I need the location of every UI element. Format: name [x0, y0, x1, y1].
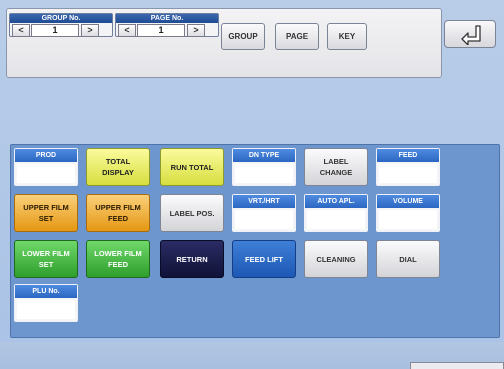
feed-lift-key[interactable]: FEED LIFT — [232, 240, 296, 278]
feed-value-box — [379, 164, 437, 183]
dn-type-key-label: DN TYPE — [233, 149, 295, 162]
group-number-label: GROUP No. — [10, 14, 112, 23]
dn-type-value-box — [235, 164, 293, 183]
lower-film-set-key[interactable]: LOWER FILM SET — [14, 240, 78, 278]
feed-key-label: FEED — [377, 149, 439, 162]
key-button[interactable]: KEY — [327, 23, 367, 50]
feed-key[interactable]: FEED — [376, 148, 440, 186]
page-number-control: PAGE No. < 1 > — [115, 13, 219, 37]
plu-no-key[interactable]: PLU No. — [14, 284, 78, 322]
total-display-label: TOTAL DISPLAY — [102, 157, 134, 177]
page-prev-button[interactable]: < — [118, 24, 136, 37]
lower-film-feed-key[interactable]: LOWER FILM FEED — [86, 240, 150, 278]
cleaning-key[interactable]: CLEANING — [304, 240, 368, 278]
volume-value-box — [379, 210, 437, 229]
label-change-key[interactable]: LABEL CHANGE — [304, 148, 368, 186]
prod-key[interactable]: PROD — [14, 148, 78, 186]
total-display-key[interactable]: TOTAL DISPLAY — [86, 148, 150, 186]
group-prev-button[interactable]: < — [12, 24, 30, 37]
run-total-key[interactable]: RUN TOTAL — [160, 148, 224, 186]
vrt-hrt-value-box — [235, 210, 293, 229]
return-arrow-icon — [461, 25, 481, 45]
dial-label: DIAL — [399, 254, 417, 264]
return-key[interactable]: RETURN — [160, 240, 224, 278]
dial-key[interactable]: DIAL — [376, 240, 440, 278]
group-number-control: GROUP No. < 1 > — [9, 13, 113, 37]
dn-type-key[interactable]: DN TYPE — [232, 148, 296, 186]
prod-value-box — [17, 164, 75, 183]
plu-no-value-box — [17, 300, 75, 319]
top-control-panel: GROUP No. < 1 > PAGE No. < 1 > GROUP PAG… — [6, 8, 442, 78]
page-next-button[interactable]: > — [187, 24, 205, 37]
upper-film-feed-key[interactable]: UPPER FILM FEED — [86, 194, 150, 232]
feed-lift-label: FEED LIFT — [245, 254, 283, 264]
cleaning-label: CLEANING — [316, 254, 356, 264]
page-number-label: PAGE No. — [116, 14, 218, 23]
volume-key[interactable]: VOLUME — [376, 194, 440, 232]
lower-film-set-label: LOWER FILM SET — [22, 249, 70, 269]
volume-key-label: VOLUME — [377, 195, 439, 208]
label-pos-key[interactable]: LABEL POS. — [160, 194, 224, 232]
vrt-hrt-key[interactable]: VRT./HRT — [232, 194, 296, 232]
back-button[interactable] — [444, 20, 496, 48]
upper-film-set-key[interactable]: UPPER FILM SET — [14, 194, 78, 232]
prod-key-label: PROD — [15, 149, 77, 162]
corner-tab — [410, 362, 504, 369]
group-number-field[interactable]: 1 — [31, 24, 79, 37]
upper-film-feed-label: UPPER FILM FEED — [95, 203, 141, 223]
auto-apl-value-box — [307, 210, 365, 229]
plu-no-key-label: PLU No. — [15, 285, 77, 298]
group-next-button[interactable]: > — [81, 24, 99, 37]
run-total-label: RUN TOTAL — [170, 162, 214, 172]
label-pos-label: LABEL POS. — [169, 208, 215, 218]
upper-film-set-label: UPPER FILM SET — [23, 203, 69, 223]
page-number-field[interactable]: 1 — [137, 24, 185, 37]
auto-apl-key-label: AUTO APL. — [305, 195, 367, 208]
auto-apl-key[interactable]: AUTO APL. — [304, 194, 368, 232]
vrt-hrt-key-label: VRT./HRT — [233, 195, 295, 208]
lower-film-feed-label: LOWER FILM FEED — [94, 249, 142, 269]
page-button[interactable]: PAGE — [275, 23, 319, 50]
label-change-label: LABEL CHANGE — [319, 157, 353, 177]
group-button[interactable]: GROUP — [221, 23, 265, 50]
return-label: RETURN — [176, 254, 208, 264]
